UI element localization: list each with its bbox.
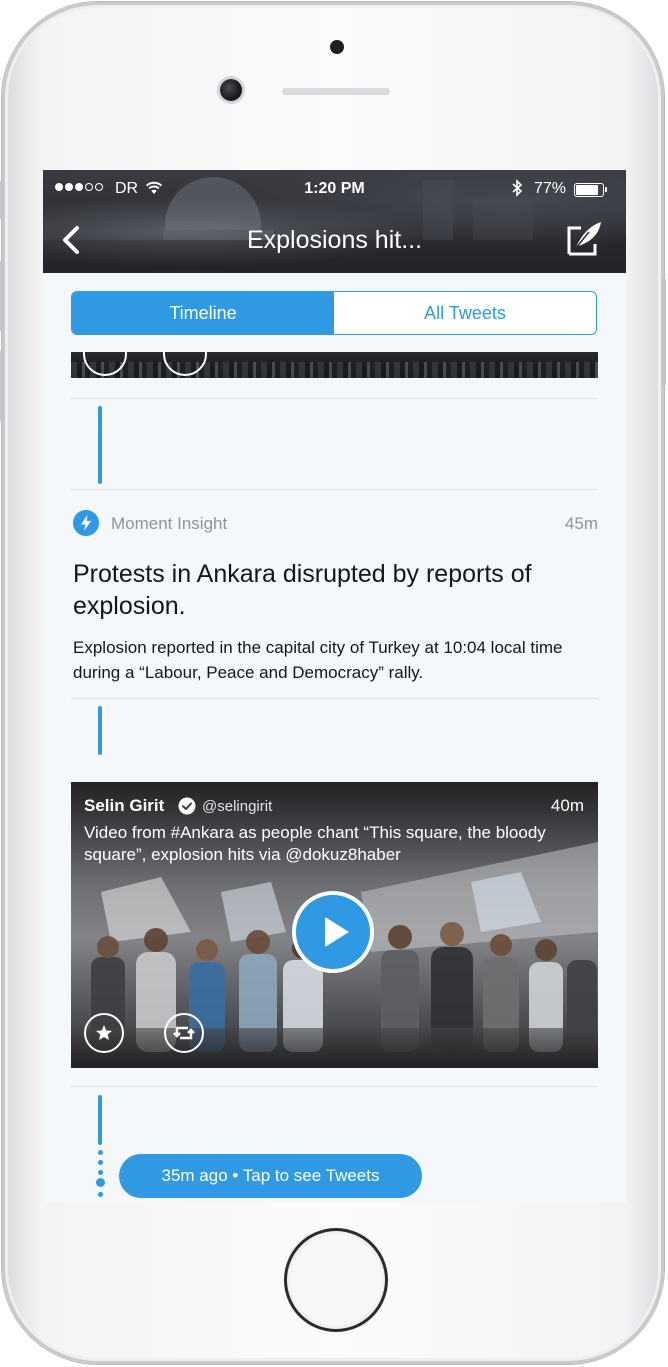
timeline-dot: [98, 1170, 103, 1175]
battery-percent: 77%: [534, 180, 567, 197]
previous-media-card[interactable]: [71, 352, 598, 378]
timeline-dot: [96, 1178, 105, 1187]
timeline-tabs: Timeline All Tweets: [71, 291, 597, 335]
page-title: Explosions hit...: [246, 226, 423, 254]
tweet-author-handle[interactable]: @selingirit: [202, 798, 272, 815]
phone-screen: DR 1:20 PM 77% Explosions hit... Timelin…: [43, 170, 626, 1203]
volume-down-button: [0, 350, 4, 422]
battery-level: [576, 185, 598, 195]
divider: [71, 698, 598, 699]
divider: [71, 398, 598, 399]
tweet-header: Selin Girit @selingirit 40m: [84, 796, 584, 818]
tweet-text: Video from #Ankara as people chant “This…: [84, 823, 546, 864]
tweet-video-card[interactable]: Selin Girit @selingirit 40m Video from #…: [71, 782, 598, 1068]
timeline-dot: [98, 1192, 103, 1197]
insight-label: Moment Insight: [111, 514, 228, 533]
home-button[interactable]: [284, 1228, 388, 1332]
navigation-bar: Explosions hit...: [43, 210, 626, 273]
timeline-connector: [98, 1095, 102, 1145]
moment-insight-header: Moment Insight 45m: [73, 510, 598, 538]
crowd-photo: [71, 362, 598, 378]
insight-body: Explosion reported in the capital city o…: [73, 638, 563, 682]
retweet-icon: [173, 1026, 195, 1040]
chevron-left-icon[interactable]: [55, 220, 89, 260]
bluetooth-icon: [512, 179, 523, 197]
like-star-button[interactable]: [84, 1013, 124, 1053]
play-icon[interactable]: [296, 895, 370, 969]
tweet-timestamp: 40m: [550, 796, 584, 815]
power-button: [662, 278, 666, 386]
front-camera: [220, 79, 242, 101]
timeline-dot: [98, 1160, 103, 1165]
divider: [71, 489, 598, 490]
video-ground: [71, 1028, 598, 1068]
insight-title: Protests in Ankara disrupted by reports …: [73, 560, 532, 620]
tweet-author-name[interactable]: Selin Girit: [84, 796, 164, 816]
tab-all-tweets[interactable]: All Tweets: [334, 292, 596, 334]
timeline-connector: [98, 406, 102, 484]
timeline-dot: [98, 1150, 103, 1155]
earpiece-speaker: [282, 88, 390, 95]
status-bar: DR 1:20 PM 77%: [43, 170, 626, 210]
timeline-connector: [98, 706, 102, 755]
insight-timestamp: 45m: [564, 514, 598, 533]
quill-compose-icon[interactable]: [565, 218, 605, 258]
volume-up-button: [0, 260, 4, 332]
star-icon: [96, 1025, 112, 1040]
header-background: DR 1:20 PM 77% Explosions hit...: [43, 170, 626, 273]
divider: [71, 1086, 598, 1087]
tab-timeline[interactable]: Timeline: [72, 292, 334, 334]
lightning-icon: [73, 510, 99, 536]
see-tweets-pill[interactable]: 35m ago • Tap to see Tweets: [119, 1154, 422, 1198]
moment-timeline[interactable]: Timeline All Tweets Moment Insight 45m P…: [43, 273, 626, 1203]
mute-switch: [0, 180, 4, 220]
retweet-button[interactable]: [164, 1013, 204, 1053]
battery-icon: [574, 183, 604, 197]
front-sensor: [330, 40, 344, 54]
verified-badge-icon: [178, 797, 196, 815]
battery-tip: [605, 187, 607, 192]
